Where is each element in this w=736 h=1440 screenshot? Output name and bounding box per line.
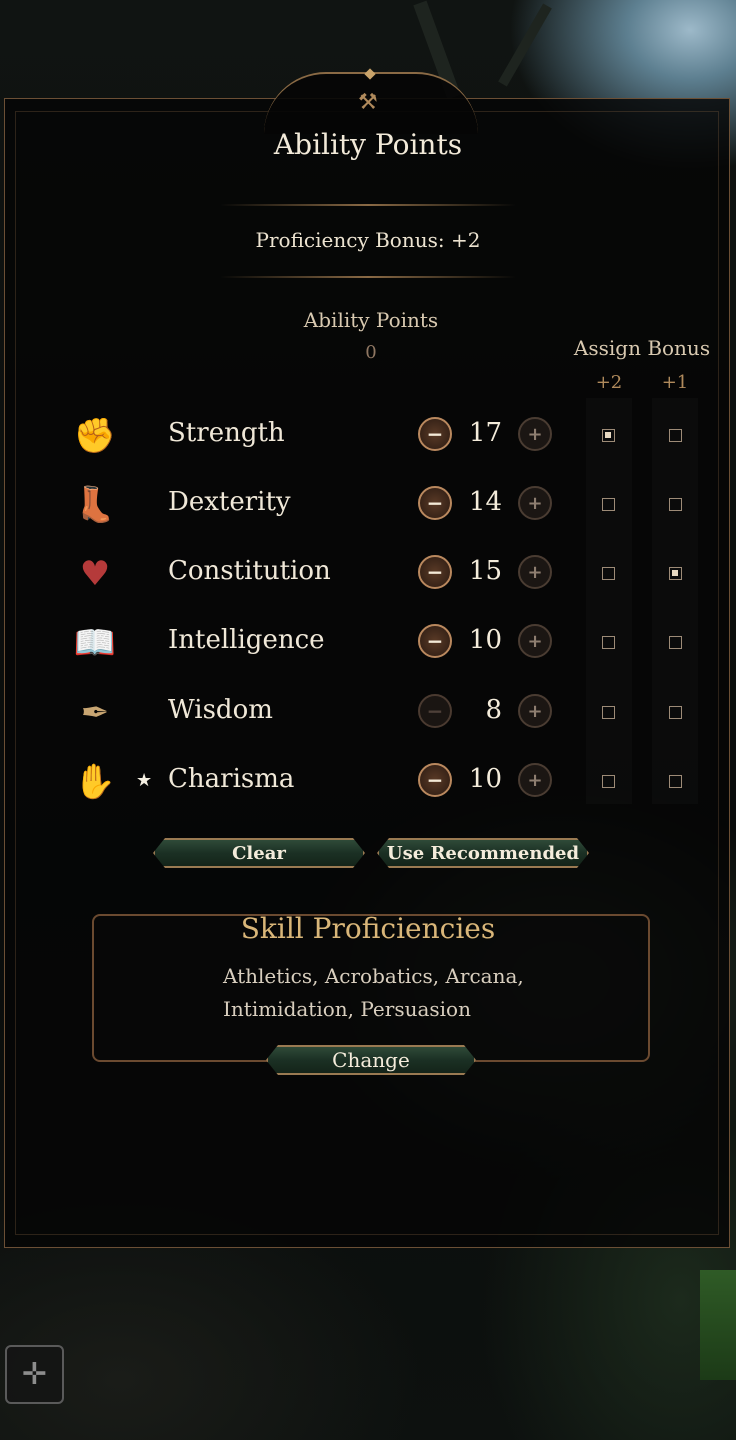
ability-score: 15	[468, 556, 502, 586]
boot-icon: 👢	[73, 485, 117, 525]
ability-score: 17	[468, 418, 502, 448]
increase-button[interactable]: +	[518, 486, 552, 520]
decrease-button[interactable]: −	[418, 417, 452, 451]
clear-button[interactable]: Clear	[153, 838, 365, 868]
decrease-button[interactable]: −	[418, 763, 452, 797]
skill-list-line: Intimidation, Persuasion	[223, 997, 471, 1021]
star-icon: ★	[136, 770, 153, 791]
decrease-button[interactable]: −	[418, 486, 452, 520]
ability-row-wisdom: ✒ Wisdom − 8 +	[0, 683, 736, 743]
assign-bonus-label: Assign Bonus	[573, 336, 711, 360]
bonus-plus2-checkbox[interactable]	[602, 567, 615, 580]
ability-row-dexterity: 👢 Dexterity − 14 +	[0, 475, 736, 535]
proficiency-bonus: Proficiency Bonus: +2	[255, 228, 481, 252]
ability-name: Strength	[168, 418, 285, 448]
ability-name: Wisdom	[168, 695, 273, 725]
handshake-icon: ✋	[73, 762, 117, 802]
ability-score: 10	[468, 764, 502, 794]
decrease-button[interactable]: −	[418, 555, 452, 589]
bonus-plus1-checkbox[interactable]	[669, 429, 682, 442]
bonus-plus2-checkbox[interactable]	[602, 498, 615, 511]
increase-button[interactable]: +	[518, 417, 552, 451]
grass-patch	[700, 1270, 736, 1380]
skill-list-line: Athletics, Acrobatics, Arcana,	[223, 964, 524, 988]
decrease-button[interactable]: −	[418, 624, 452, 658]
page-title: Ability Points	[273, 128, 463, 161]
move-icon[interactable]: ✛	[5, 1345, 64, 1404]
bonus-plus2-checkbox[interactable]	[602, 706, 615, 719]
ability-score: 14	[468, 487, 502, 517]
bonus-plus1-checkbox[interactable]	[669, 567, 682, 580]
ability-row-strength: ✊ Strength − 17 +	[0, 406, 736, 466]
skill-proficiencies-title: Skill Proficiencies	[240, 912, 496, 945]
book-icon: 📖	[73, 623, 117, 663]
ability-name: Charisma	[168, 764, 295, 794]
crossed-axes-icon: ⚒	[358, 90, 378, 115]
ability-score: 10	[468, 625, 502, 655]
ability-score: 8	[485, 695, 502, 725]
divider	[220, 276, 516, 278]
divider	[220, 204, 516, 206]
decrease-button[interactable]: −	[418, 694, 452, 728]
ability-row-charisma: ✋ ★ Charisma − 10 +	[0, 752, 736, 812]
ability-name: Constitution	[168, 556, 331, 586]
skill-list: Athletics, Acrobatics, Arcana, Intimidat…	[223, 960, 543, 1026]
increase-button[interactable]: +	[518, 555, 552, 589]
increase-button[interactable]: +	[518, 763, 552, 797]
scroll-quill-icon: ✒	[80, 693, 110, 733]
increase-button[interactable]: +	[518, 624, 552, 658]
use-recommended-button[interactable]: Use Recommended	[377, 838, 589, 868]
bonus-plus2-checkbox[interactable]	[602, 429, 615, 442]
ability-points-value: 0	[365, 342, 377, 363]
change-button[interactable]: Change	[266, 1045, 476, 1075]
ability-points-label: Ability Points	[303, 308, 439, 332]
ability-row-constitution: ♥ Constitution − 15 +	[0, 544, 736, 604]
bonus-plus2-checkbox[interactable]	[602, 636, 615, 649]
ability-name: Dexterity	[168, 487, 291, 517]
gauntlet-icon: ✊	[73, 416, 117, 456]
bonus-plus2-checkbox[interactable]	[602, 775, 615, 788]
ability-row-intelligence: 📖 Intelligence − 10 +	[0, 613, 736, 673]
ability-name: Intelligence	[168, 625, 325, 655]
increase-button[interactable]: +	[518, 694, 552, 728]
bonus-plus1-checkbox[interactable]	[669, 775, 682, 788]
bonus-col-plus1: +1	[661, 372, 689, 393]
shield-heart-icon: ♥	[79, 554, 111, 594]
bonus-plus1-checkbox[interactable]	[669, 636, 682, 649]
bonus-col-plus2: +2	[595, 372, 623, 393]
bonus-plus1-checkbox[interactable]	[669, 706, 682, 719]
bonus-plus1-checkbox[interactable]	[669, 498, 682, 511]
